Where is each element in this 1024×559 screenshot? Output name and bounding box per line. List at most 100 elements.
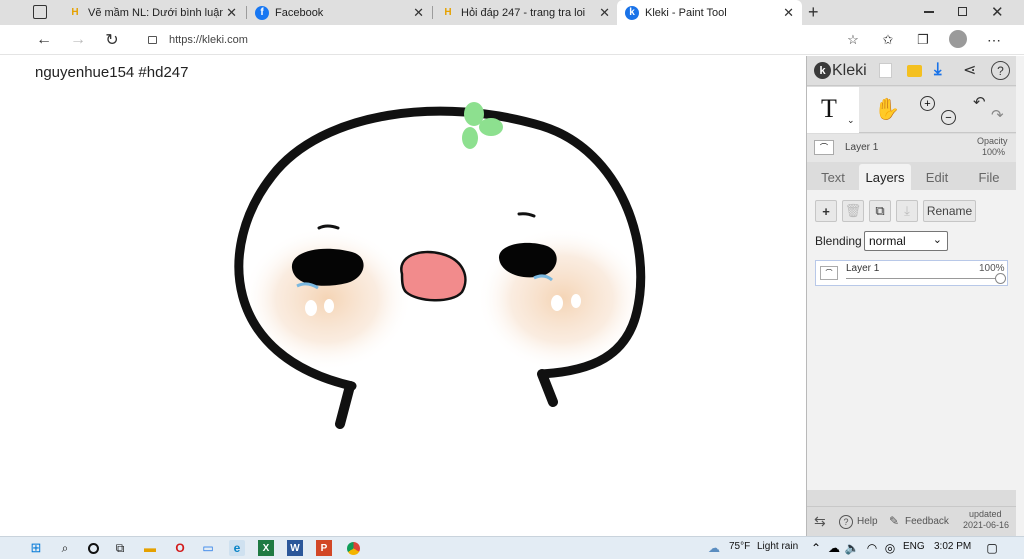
delete-layer-button[interactable]: 🗑 (842, 200, 864, 222)
swap-sides-icon[interactable]: ⇆ (814, 513, 826, 530)
feedback-icon[interactable]: ✎ (889, 514, 899, 528)
right-eyebrow (517, 212, 536, 218)
layer-opacity-slider[interactable] (846, 278, 1001, 279)
layer-opacity-slider-handle[interactable] (995, 273, 1006, 284)
current-layer-bar[interactable]: ⌒ Layer 1 Opacity 100% (807, 134, 1017, 162)
share-icon[interactable]: ⋖ (963, 60, 976, 80)
tab-actions-icon[interactable] (33, 5, 47, 19)
layer-thumbnail-icon: ⌒ (814, 140, 834, 155)
new-image-icon[interactable] (879, 63, 892, 78)
notification-icon[interactable]: ▢ (984, 540, 1000, 556)
weather-temp[interactable]: 75°F (729, 541, 750, 552)
task-view-icon[interactable]: ⧉ (112, 540, 128, 556)
tools-row: T ⌄ ✋ + − ↶ ↷ (807, 87, 1017, 133)
download-icon[interactable]: ⤓ (934, 59, 942, 79)
blending-select[interactable]: normal ⌄ (864, 231, 948, 251)
add-favorite-icon[interactable]: ☆ (842, 29, 864, 51)
add-layer-button[interactable]: + (815, 200, 837, 222)
close-icon[interactable]: ✕ (226, 5, 237, 21)
lock-icon (148, 36, 157, 44)
onedrive-icon[interactable]: ☁ (826, 540, 842, 556)
hoidap-favicon-icon: H (444, 7, 452, 18)
tab-hoidap[interactable]: H Hỏi đáp 247 - trang tra loi ✕ (433, 0, 618, 25)
text-tool-icon: T (821, 94, 837, 123)
meet-now-icon[interactable]: ◎ (882, 540, 898, 556)
back-arrow-icon[interactable]: ← (33, 29, 55, 51)
edge-icon[interactable]: e (229, 540, 245, 556)
tab-file[interactable]: File (963, 164, 1015, 190)
address-bar: ← → ↻ https://kleki.com ☆ ✩ ❐ ⋯ (0, 25, 1024, 55)
right-leg (537, 369, 558, 407)
help-icon[interactable]: ? (991, 61, 1010, 80)
merge-down-button[interactable]: ⤓ (896, 200, 918, 222)
reload-icon[interactable]: ↻ (101, 29, 123, 51)
feedback-link[interactable]: Feedback (905, 516, 949, 527)
chevron-up-icon[interactable]: ⌃ (808, 540, 824, 556)
powerpoint-icon[interactable]: P (316, 540, 332, 556)
hand-tool-icon[interactable]: ✋ (874, 98, 900, 122)
browser-tab-bar: H Vẽ mầm NL: Dưới bình luận câu ✕ f Face… (0, 0, 1024, 25)
tab-edit[interactable]: Edit (911, 164, 963, 190)
layer-list-item[interactable]: ⌒ Layer 1 100% (815, 260, 1008, 286)
layers-panel: + 🗑 ⧉ ⤓ Rename Blending normal ⌄ ⌒ Layer… (807, 190, 1017, 490)
mouth (400, 250, 467, 302)
new-tab-plus-icon[interactable]: + (808, 2, 819, 23)
close-icon[interactable]: ✕ (599, 5, 610, 21)
drawing-canvas[interactable]: nguyenhue154 #hd247 (22, 56, 806, 536)
current-layer-name: Layer 1 (845, 142, 879, 153)
open-folder-icon[interactable] (907, 65, 922, 77)
tab-facebook[interactable]: f Facebook ✕ (247, 0, 432, 25)
close-icon[interactable]: ✕ (783, 5, 794, 21)
search-icon[interactable]: ⌕ (57, 540, 73, 556)
volume-icon[interactable]: 🔈 (844, 540, 860, 556)
redo-icon[interactable]: ↷ (991, 106, 1004, 124)
window-close-icon[interactable]: ✕ (991, 3, 1004, 21)
tab-layers[interactable]: Layers (859, 164, 911, 190)
left-eye (291, 248, 364, 286)
zoom-out-icon[interactable]: − (941, 110, 956, 125)
minimize-icon[interactable] (924, 11, 934, 13)
url-field[interactable]: https://kleki.com (140, 29, 870, 51)
weather-desc[interactable]: Light rain (757, 541, 798, 552)
collections-icon[interactable]: ❐ (912, 29, 934, 51)
undo-icon[interactable]: ↶ (973, 93, 986, 111)
wifi-icon[interactable]: ◠ (864, 540, 880, 556)
tab-text[interactable]: Text (807, 164, 859, 190)
tab-vemam[interactable]: H Vẽ mầm NL: Dưới bình luận câu ✕ (60, 0, 245, 25)
kleki-logo-icon: k (814, 62, 831, 79)
monitor-app-icon[interactable]: ▭ (200, 540, 216, 556)
favorites-icon[interactable]: ✩ (877, 29, 899, 51)
panel-top-bar: k Kleki ⤓ ⋖ ? (807, 56, 1017, 86)
tab-kleki[interactable]: k Kleki - Paint Tool ✕ (617, 0, 802, 25)
cortana-icon[interactable] (85, 540, 101, 556)
help-footer-link[interactable]: Help (857, 516, 878, 527)
file-explorer-icon[interactable]: ▬ (142, 540, 158, 556)
kleki-side-panel: k Kleki ⤓ ⋖ ? T ⌄ ✋ + − ↶ ↷ ⌒ Layer 1 Op… (806, 56, 1017, 536)
opera-icon[interactable]: O (172, 540, 188, 556)
excel-icon[interactable]: X (258, 540, 274, 556)
forward-arrow-icon[interactable]: → (67, 29, 89, 51)
help-footer-icon[interactable]: ? (839, 515, 853, 529)
chrome-icon[interactable] (345, 540, 361, 556)
word-icon[interactable]: W (287, 540, 303, 556)
language-indicator[interactable]: ENG (903, 541, 925, 552)
hoidap-favicon-icon: H (71, 7, 79, 18)
panel-footer: ⇆ ? Help ✎ Feedback updated 2021-06-16 (807, 506, 1017, 536)
weather-cloud-icon[interactable]: ☁ (706, 540, 722, 556)
more-menu-icon[interactable]: ⋯ (983, 29, 1005, 51)
kleki-brand: Kleki (832, 62, 867, 79)
clock-time[interactable]: 3:02 PM (934, 541, 971, 552)
chevron-down-icon[interactable]: ⌄ (847, 115, 855, 126)
profile-avatar-icon[interactable] (949, 30, 967, 48)
windows-start-icon[interactable]: ⊞ (28, 540, 44, 556)
leaf-sprout (462, 102, 503, 149)
zoom-in-icon[interactable]: + (920, 96, 935, 111)
left-leg (335, 381, 355, 429)
close-icon[interactable]: ✕ (413, 5, 424, 21)
restore-icon[interactable] (958, 7, 967, 16)
kleki-favicon-icon: k (625, 5, 639, 20)
duplicate-layer-button[interactable]: ⧉ (869, 200, 891, 222)
text-tool-button[interactable]: T ⌄ (807, 87, 859, 133)
updated-date: 2021-06-16 (963, 520, 1010, 530)
rename-layer-button[interactable]: Rename (923, 200, 976, 222)
